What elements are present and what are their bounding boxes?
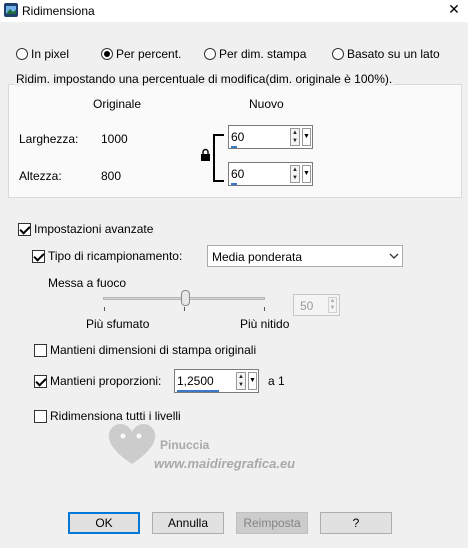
slider-tick — [264, 307, 265, 311]
ok-button[interactable]: OK — [68, 512, 140, 534]
chevron-down-icon — [389, 253, 399, 259]
help-button[interactable]: ? — [320, 512, 392, 534]
height-new-input[interactable] — [231, 167, 286, 181]
spin-underline — [177, 390, 219, 392]
spin-arrows[interactable]: ▲ ▼ — [236, 372, 246, 390]
height-original-value: 800 — [101, 169, 122, 183]
chevron-down-icon[interactable]: ▼ — [302, 165, 311, 183]
spin-arrows[interactable]: ▲ ▼ — [290, 128, 300, 146]
slider-tick — [104, 307, 105, 311]
slider-min-label: Più sfumato — [86, 317, 150, 331]
slider-tick — [184, 307, 185, 311]
cancel-button[interactable]: Annulla — [152, 512, 224, 534]
spin-underline — [231, 146, 237, 148]
radio-indicator — [101, 48, 113, 60]
keep-proportions-checkbox[interactable]: Mantieni proporzioni: — [34, 374, 161, 388]
sharpen-value-spinner: 50 ▲ ▼ — [293, 294, 340, 316]
width-original-value: 1000 — [101, 132, 128, 146]
advanced-settings-checkbox[interactable]: Impostazioni avanzate — [18, 222, 153, 236]
watermark-name: Pinuccia — [160, 438, 210, 452]
watermark-url: www.maidiregrafica.eu — [154, 456, 296, 471]
width-new-spinner[interactable]: ▲▼ ▼ — [228, 125, 313, 149]
radio-label: Per percent. — [116, 47, 182, 61]
checkbox-label: Impostazioni avanzate — [34, 222, 154, 236]
slider-max-label: Più nitido — [240, 317, 290, 331]
column-new-label: Nuovo — [249, 97, 284, 111]
radio-label: In pixel — [31, 47, 70, 61]
checkbox-label: Tipo di ricampionamento: — [48, 249, 183, 263]
resample-type-select[interactable]: Media ponderata — [207, 245, 403, 267]
width-new-input[interactable] — [231, 130, 286, 144]
checkbox-label: Mantieni proporzioni: — [50, 374, 162, 388]
radio-indicator — [204, 48, 216, 60]
sharpen-label: Messa a fuoco — [48, 276, 127, 290]
watermark-heart-logo — [108, 423, 156, 464]
checkbox-box — [18, 222, 31, 236]
chevron-down-icon[interactable]: ▼ — [248, 372, 257, 390]
sharpen-value: 50 — [300, 299, 314, 313]
radio-per-percent[interactable]: Per percent. — [101, 47, 181, 61]
radio-indicator — [16, 48, 28, 60]
resample-type-checkbox[interactable]: Tipo di ricampionamento: — [32, 249, 182, 263]
radio-indicator — [332, 48, 344, 60]
checkbox-box — [34, 409, 47, 423]
percent-group-legend: Ridim. impostando una percentuale di mod… — [14, 72, 395, 86]
keep-print-size-checkbox[interactable]: Mantieni dimensioni di stampa originali — [34, 343, 256, 357]
radio-in-pixel[interactable]: In pixel — [16, 47, 69, 61]
checkbox-box — [34, 343, 47, 357]
checkbox-label: Mantieni dimensioni di stampa originali — [50, 343, 257, 357]
column-original-label: Originale — [93, 97, 142, 111]
radio-per-print-size[interactable]: Per dim. stampa — [204, 47, 306, 61]
resample-type-value: Media ponderata — [212, 250, 303, 264]
ratio-suffix: a 1 — [268, 374, 285, 388]
radio-label: Basato su un lato — [347, 47, 440, 61]
radio-label: Per dim. stampa — [219, 47, 307, 61]
radio-based-on-side[interactable]: Basato su un lato — [332, 47, 440, 61]
close-icon[interactable]: ✕ — [444, 1, 464, 19]
spin-arrows[interactable]: ▲ ▼ — [290, 165, 300, 183]
height-new-spinner[interactable]: ▲▼ ▼ — [228, 162, 313, 186]
lock-icon[interactable] — [200, 148, 211, 161]
spin-underline — [231, 183, 237, 185]
window-title: Ridimensiona — [22, 4, 95, 18]
checkbox-box — [34, 374, 47, 388]
ratio-input[interactable] — [177, 374, 232, 388]
ratio-spinner[interactable]: ▲▼ ▼ — [174, 369, 259, 393]
sharpen-slider-thumb[interactable] — [180, 290, 190, 306]
spin-arrows: ▲ ▼ — [328, 297, 337, 313]
app-icon — [4, 3, 18, 17]
height-label: Altezza: — [19, 169, 62, 183]
chevron-down-icon[interactable]: ▼ — [302, 128, 311, 146]
width-label: Larghezza: — [19, 132, 79, 146]
checkbox-box — [32, 249, 45, 263]
reset-button: Reimposta — [236, 512, 308, 534]
